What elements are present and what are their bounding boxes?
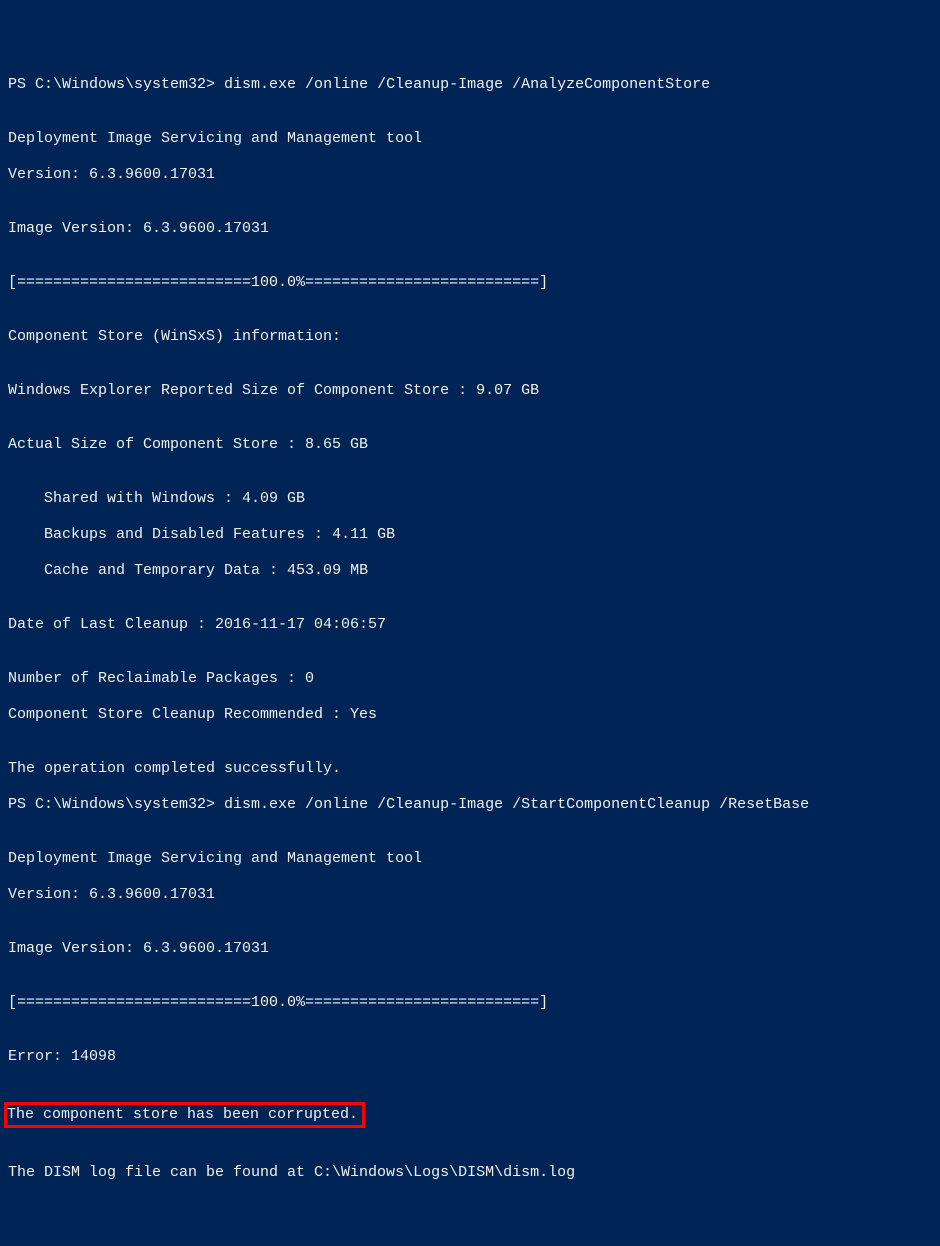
cleanup-recommended: Component Store Cleanup Recommended : Ye… <box>8 706 932 724</box>
command-1: dism.exe /online /Cleanup-Image /Analyze… <box>224 76 710 93</box>
reported-size: Windows Explorer Reported Size of Compon… <box>8 382 932 400</box>
progress-bar: [==========================100.0%=======… <box>8 274 932 292</box>
last-cleanup-date: Date of Last Cleanup : 2016-11-17 04:06:… <box>8 616 932 634</box>
log-file-path: The DISM log file can be found at C:\Win… <box>8 1164 932 1182</box>
prompt-path: PS C:\Windows\system32> <box>8 796 224 813</box>
progress-bar: [==========================100.0%=======… <box>8 994 932 1012</box>
error-message-highlighted: The component store has been corrupted. <box>4 1102 365 1128</box>
backups-size: Backups and Disabled Features : 4.11 GB <box>8 526 932 544</box>
tool-header: Deployment Image Servicing and Managemen… <box>8 130 932 148</box>
prompt-line-2[interactable]: PS C:\Windows\system32> dism.exe /online… <box>8 796 932 814</box>
tool-header: Deployment Image Servicing and Managemen… <box>8 850 932 868</box>
prompt-path: PS C:\Windows\system32> <box>8 76 224 93</box>
image-version: Image Version: 6.3.9600.17031 <box>8 220 932 238</box>
prompt-line-1[interactable]: PS C:\Windows\system32> dism.exe /online… <box>8 76 932 94</box>
reclaimable-packages: Number of Reclaimable Packages : 0 <box>8 670 932 688</box>
error-code: Error: 14098 <box>8 1048 932 1066</box>
winsxs-header: Component Store (WinSxS) information: <box>8 328 932 346</box>
shared-size: Shared with Windows : 4.09 GB <box>8 490 932 508</box>
actual-size: Actual Size of Component Store : 8.65 GB <box>8 436 932 454</box>
command-2: dism.exe /online /Cleanup-Image /StartCo… <box>224 796 809 813</box>
operation-success: The operation completed successfully. <box>8 760 932 778</box>
tool-version: Version: 6.3.9600.17031 <box>8 166 932 184</box>
tool-version: Version: 6.3.9600.17031 <box>8 886 932 904</box>
image-version: Image Version: 6.3.9600.17031 <box>8 940 932 958</box>
cache-size: Cache and Temporary Data : 453.09 MB <box>8 562 932 580</box>
